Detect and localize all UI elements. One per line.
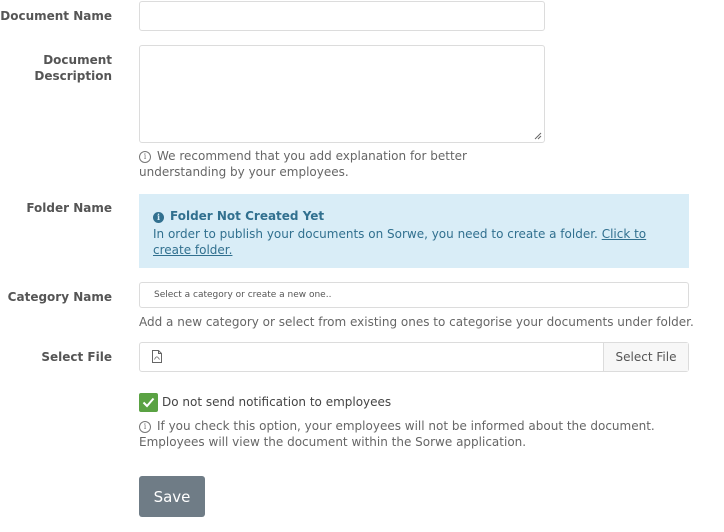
info-icon: i — [139, 421, 151, 433]
document-name-input[interactable] — [139, 1, 545, 31]
alert-title: i Folder Not Created Yet — [153, 208, 675, 224]
select-file-button[interactable]: Select File — [603, 343, 688, 371]
category-select[interactable]: Select a category or create a new one.. — [139, 282, 689, 308]
document-name-label: Document Name — [0, 9, 112, 23]
resize-grip-icon[interactable] — [534, 132, 542, 140]
no-notification-checkbox[interactable] — [139, 393, 158, 412]
file-input[interactable]: Select File — [139, 342, 689, 372]
folder-name-label: Folder Name — [26, 201, 112, 215]
category-help: Add a new category or select from existi… — [139, 315, 694, 329]
alert-title-text: Folder Not Created Yet — [170, 209, 325, 223]
document-description-textarea[interactable] — [139, 45, 545, 143]
description-help: i We recommend that you add explanation f… — [139, 148, 549, 180]
no-notification-label[interactable]: Do not send notification to employees — [162, 395, 391, 409]
document-description-label: Document Description — [34, 53, 112, 83]
alert-body: In order to publish your documents on So… — [153, 226, 675, 258]
alert-text: In order to publish your documents on So… — [153, 227, 598, 241]
notification-help: i If you check this option, your employee… — [139, 418, 679, 450]
notification-help-text: If you check this option, your employees… — [139, 419, 655, 449]
checkmark-icon — [142, 397, 155, 408]
info-icon: i — [139, 151, 151, 163]
info-circle-icon: i — [153, 212, 164, 223]
category-name-label: Category Name — [7, 290, 112, 304]
folder-not-created-alert: i Folder Not Created Yet In order to publ… — [139, 194, 689, 268]
category-placeholder: Select a category or create a new one.. — [154, 290, 332, 300]
description-help-text: We recommend that you add explanation fo… — [139, 149, 467, 179]
pdf-file-icon — [152, 350, 162, 363]
select-file-label: Select File — [41, 350, 112, 364]
save-button[interactable]: Save — [139, 476, 205, 517]
